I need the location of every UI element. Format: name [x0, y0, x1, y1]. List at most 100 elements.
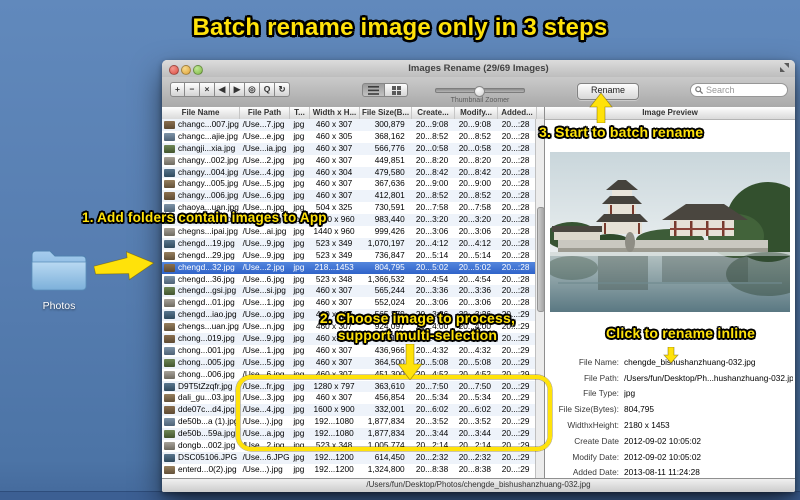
table-row[interactable]: chong...005.jpg /Use...5.jpg jpg 460 x 3…: [162, 356, 535, 369]
multi-selection-highlight: [236, 375, 552, 451]
cell-added-date: 20...:28: [501, 166, 530, 177]
field-value: 2012-09-02 10:05:02: [624, 451, 702, 462]
file-thumbnail: [164, 358, 175, 367]
file-info-row: File Type: jpg: [545, 386, 793, 402]
table-row[interactable]: changy...005.jpg /Use...5.jpg jpg 460 x …: [162, 178, 535, 191]
close-window-button[interactable]: [169, 65, 179, 75]
previous-button[interactable]: ◀: [215, 82, 230, 97]
cell-dimensions: 218...1453: [314, 261, 354, 272]
table-row[interactable]: changji...xia.jpg /Use...ia.jpg jpg 460 …: [162, 142, 535, 155]
field-value[interactable]: chengde_bishushanzhuang-032.jpg: [624, 357, 755, 367]
table-row[interactable]: chengd...36.jpg /Use...6.jpg jpg 523 x 3…: [162, 273, 535, 286]
cell-file-size: 566,776: [374, 142, 405, 153]
cell-file-size: 368,162: [374, 130, 405, 141]
column-header[interactable]: Modify...: [455, 107, 498, 119]
cell-added-date: 20...:29: [501, 451, 530, 462]
add-button[interactable]: +: [170, 82, 185, 97]
column-header[interactable]: T...: [290, 107, 310, 119]
list-view-button[interactable]: [362, 83, 385, 97]
file-thumbnail: [164, 382, 175, 391]
column-header[interactable]: Width x H...: [310, 107, 360, 119]
column-header[interactable]: Added...: [498, 107, 537, 119]
cell-modify-date: 20...0:58: [458, 142, 491, 153]
cell-create-date: 20...7:58: [415, 202, 449, 213]
field-label: File Size(Bytes):: [558, 404, 619, 415]
cell-create-date: 20...3:36: [415, 285, 449, 296]
field-label: File Path:: [583, 372, 619, 383]
field-label: Modify Date:: [572, 451, 619, 462]
table-row[interactable]: chengd...19.jpg /Use...9.jpg jpg 523 x 3…: [162, 237, 535, 250]
table-row[interactable]: chengd...gsi.jpg /Use...si.jpg jpg 460 x…: [162, 285, 535, 298]
column-header[interactable]: File Name: [162, 107, 240, 119]
cell-modify-date: 20...8:38: [458, 463, 491, 474]
cell-file-path: /Use...e.jpg: [242, 130, 285, 141]
file-thumbnail: [164, 275, 175, 284]
next-button[interactable]: ▶: [230, 82, 245, 97]
column-header[interactable]: File Size(B...: [360, 107, 412, 119]
cell-file-size: 1,324,800: [367, 463, 405, 474]
search-button[interactable]: Q: [260, 82, 275, 97]
cell-file-size: 412,801: [374, 190, 405, 201]
file-thumbnail: [164, 465, 175, 474]
cell-dimensions: 460 x 307: [315, 142, 353, 153]
cell-added-date: 20...:28: [501, 119, 530, 129]
grid-view-icon: [391, 85, 401, 95]
cell-file-name: chegns...ipai.jpg: [178, 226, 238, 237]
cell-create-date: 20...3:20: [415, 214, 449, 225]
table-row[interactable]: changy...004.jpg /Use...4.jpg jpg 460 x …: [162, 166, 535, 179]
table-row[interactable]: changc...ajie.jpg /Use...e.jpg jpg 460 x…: [162, 130, 535, 143]
status-bar: /Users/fun/Desktop/Photos/chengde_bishus…: [162, 478, 795, 492]
table-row[interactable]: DSC05106.JPG /Use...6.JPG jpg 192...1200…: [162, 451, 535, 464]
annotation-inline-rename: Click to rename inline: [606, 325, 756, 341]
table-row[interactable]: chengd...29.jpg /Use...9.jpg jpg 523 x 3…: [162, 249, 535, 262]
table-row[interactable]: changc...007.jpg /Use...7.jpg jpg 460 x …: [162, 119, 535, 131]
table-row[interactable]: chegns...ipai.jpg /Use...ai.jpg jpg 1440…: [162, 226, 535, 238]
column-header[interactable]: Create...: [412, 107, 455, 119]
file-thumbnail: [164, 441, 175, 450]
zoom-window-button[interactable]: [193, 65, 203, 75]
cell-file-name: chengd...32.jpg: [178, 261, 235, 272]
file-thumbnail: [164, 180, 175, 189]
preview-photo: [550, 152, 790, 312]
cell-dimensions: 192...1200: [314, 463, 354, 474]
cell-dimensions: 460 x 307: [315, 356, 353, 367]
table-row[interactable]: chong...001.jpg /Use...1.jpg jpg 460 x 3…: [162, 344, 535, 357]
table-row[interactable]: enterd...0(2).jpg /Use...).jpg jpg 192..…: [162, 463, 535, 476]
quick-look-button[interactable]: ◎: [245, 82, 260, 97]
cell-file-type: jpg: [293, 249, 305, 260]
cell-file-name: chengd...iao.jpg: [178, 309, 237, 320]
cell-modify-date: 20...8:52: [458, 130, 491, 141]
table-row[interactable]: chengd...01.jpg /Use...1.jpg jpg 460 x 3…: [162, 297, 535, 310]
cell-added-date: 20...:29: [501, 356, 530, 367]
cell-file-name: changc...007.jpg: [178, 119, 239, 129]
remove-button[interactable]: −: [185, 82, 200, 97]
delete-button[interactable]: ×: [200, 82, 215, 97]
table-row[interactable]: chengd...32.jpg /Use...2.jpg jpg 218...1…: [162, 261, 535, 274]
file-thumbnail: [164, 370, 175, 379]
refresh-button[interactable]: ↻: [275, 82, 290, 97]
title-bar[interactable]: Images Rename (29/69 Images): [162, 60, 795, 78]
cell-dimensions: 523 x 349: [315, 237, 353, 248]
cell-create-date: 20...3:06: [415, 226, 449, 237]
grid-view-button[interactable]: [385, 83, 408, 97]
zoomer-slider-track[interactable]: [435, 85, 525, 97]
cell-file-type: jpg: [293, 356, 305, 367]
table-row[interactable]: changy...002.jpg /Use...2.jpg jpg 460 x …: [162, 154, 535, 167]
preview-panel: Image Preview File Name: chengde_bishush…: [544, 107, 795, 479]
list-view-icon: [368, 85, 379, 95]
zoomer-slider-knob[interactable]: [474, 85, 485, 97]
arrow-right-icon: [93, 251, 155, 281]
cell-file-type: jpg: [293, 226, 305, 237]
column-header[interactable]: File Path: [240, 107, 290, 119]
fullscreen-icon[interactable]: [780, 63, 790, 73]
minimize-window-button[interactable]: [181, 65, 191, 75]
search-input[interactable]: Search: [690, 83, 788, 97]
field-label: Create Date: [574, 435, 619, 446]
table-row[interactable]: changy...006.jpg /Use...6.jpg jpg 460 x …: [162, 190, 535, 203]
view-mode-toggle: [362, 83, 408, 97]
headline: Batch rename image only in 3 steps: [192, 14, 608, 41]
photos-folder[interactable]: Photos: [28, 245, 90, 312]
file-thumbnail: [164, 323, 175, 332]
field-label: File Name:: [578, 356, 619, 367]
cell-file-name: changy...002.jpg: [178, 154, 239, 165]
